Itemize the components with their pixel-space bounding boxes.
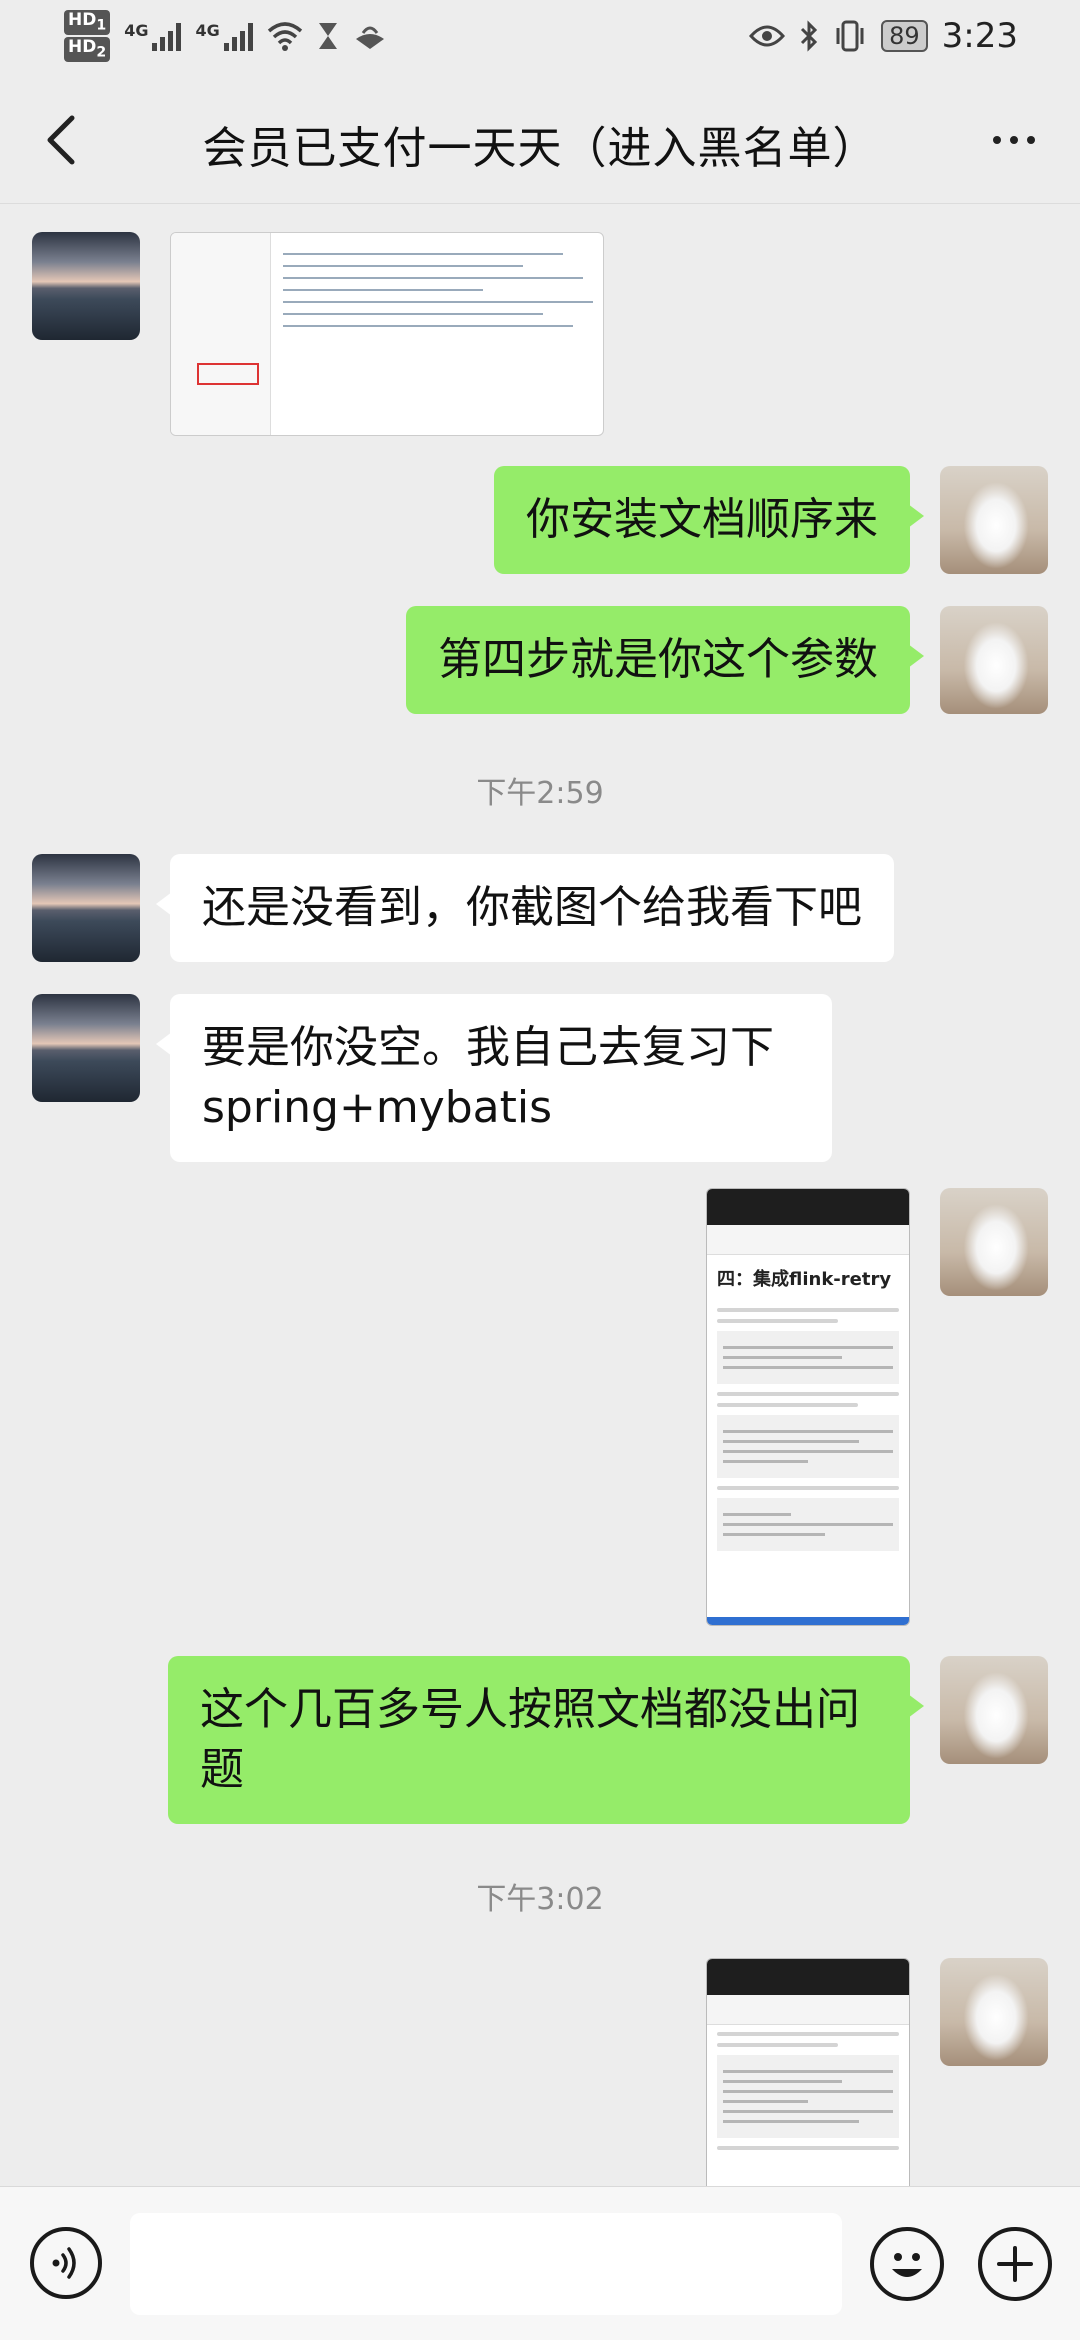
dot-icon bbox=[993, 136, 1001, 144]
phone-nav-thumbnail bbox=[707, 1617, 909, 1625]
code-line bbox=[283, 277, 583, 279]
text-line bbox=[717, 1392, 899, 1396]
hd1-badge: HD1 bbox=[64, 9, 111, 35]
phone-status-thumbnail bbox=[707, 1189, 909, 1225]
code-block bbox=[717, 2055, 899, 2138]
message-bubble-sent[interactable]: 这个几百多号人按照文档都没出问 题 bbox=[168, 1656, 924, 1824]
status-clock: 3:23 bbox=[941, 16, 1018, 56]
code-line bbox=[283, 265, 523, 267]
text-line bbox=[717, 1319, 839, 1323]
code-line bbox=[283, 289, 483, 291]
timestamp: 下午3:02 bbox=[476, 1882, 604, 1917]
phone-header-thumbnail bbox=[707, 1995, 909, 2025]
hd2-badge: HD2 bbox=[64, 37, 111, 63]
hourglass-icon bbox=[318, 23, 337, 49]
phone-status-thumbnail bbox=[707, 1959, 909, 1995]
more-options-button[interactable] bbox=[984, 122, 1044, 158]
screenshot-caption: 四：集成flink-retry bbox=[717, 1269, 892, 1290]
signal-icon-1: 4G bbox=[124, 21, 182, 51]
code-line bbox=[283, 301, 593, 303]
message-bubble-sent[interactable]: 第四步就是你这个参数 bbox=[406, 606, 924, 714]
status-left: HD1 HD2 4G 4G bbox=[64, 9, 387, 63]
project-tree-thumbnail bbox=[171, 233, 271, 435]
text-line bbox=[717, 2032, 899, 2036]
status-bar: HD1 HD2 4G 4G 89 3:23 bbox=[0, 0, 1080, 72]
voice-icon bbox=[52, 2247, 76, 2279]
message-bubble-sent[interactable]: 你安装文档顺序来 bbox=[494, 466, 924, 574]
voice-input-button[interactable] bbox=[30, 2227, 102, 2299]
my-avatar[interactable] bbox=[940, 1958, 1048, 2066]
eye-icon bbox=[749, 25, 786, 47]
dot-icon bbox=[1010, 136, 1018, 144]
my-avatar[interactable] bbox=[940, 606, 1048, 714]
message-input[interactable] bbox=[130, 2213, 842, 2315]
hd-indicators: HD1 HD2 bbox=[64, 9, 111, 63]
message-bubble-received[interactable]: 还是没看到，你截图个给我看下吧 bbox=[156, 854, 894, 962]
message-list[interactable]: 你安装文档顺序来 第四步就是你这个参数 下午2:59 还是没看到，你截图个给我看… bbox=[0, 204, 1080, 2186]
wifi-icon bbox=[267, 22, 302, 51]
image-message-phone-screenshot[interactable]: 四：集成flink-retry bbox=[706, 1188, 910, 1626]
highlight-box bbox=[197, 363, 259, 385]
battery-indicator: 89 bbox=[881, 20, 928, 52]
text-line bbox=[717, 2043, 839, 2047]
image-message-phone-screenshot[interactable] bbox=[706, 1958, 910, 2186]
vibrate-icon bbox=[836, 20, 864, 52]
status-right: 89 3:23 bbox=[749, 16, 1018, 56]
text-line bbox=[717, 1403, 859, 1407]
code-block bbox=[717, 1415, 899, 1478]
input-bar bbox=[0, 2186, 1080, 2340]
message-bubble-received[interactable]: 要是你没空。我自己去复习下 spring+mybatis bbox=[156, 994, 832, 1162]
my-avatar[interactable] bbox=[940, 1656, 1048, 1764]
contact-avatar[interactable] bbox=[32, 232, 140, 340]
contact-avatar[interactable] bbox=[32, 854, 140, 962]
signal-icon-2: 4G bbox=[195, 21, 253, 51]
code-block bbox=[717, 1331, 899, 1384]
app-notification-icon bbox=[355, 26, 384, 49]
chat-header: 会员已支付一天天（进入黑名单） bbox=[0, 72, 1080, 204]
more-actions-button[interactable] bbox=[978, 2227, 1052, 2301]
contact-avatar[interactable] bbox=[32, 994, 140, 1102]
code-line bbox=[283, 313, 543, 315]
image-message-ide-screenshot[interactable] bbox=[170, 232, 604, 436]
plus-icon bbox=[997, 2246, 1033, 2282]
code-line bbox=[283, 253, 563, 255]
bluetooth-icon bbox=[801, 20, 818, 52]
code-block bbox=[717, 1498, 899, 1551]
chat-title: 会员已支付一天天（进入黑名单） bbox=[202, 123, 878, 174]
dot-icon bbox=[1027, 136, 1035, 144]
my-avatar[interactable] bbox=[940, 466, 1048, 574]
timestamp: 下午2:59 bbox=[476, 776, 604, 811]
emoji-button[interactable] bbox=[870, 2227, 944, 2301]
emoji-icon bbox=[892, 2253, 922, 2277]
text-line bbox=[717, 1486, 899, 1490]
my-avatar[interactable] bbox=[940, 1188, 1048, 1296]
code-line bbox=[283, 325, 573, 327]
text-line bbox=[717, 1308, 899, 1312]
text-line bbox=[717, 2146, 899, 2150]
phone-header-thumbnail bbox=[707, 1225, 909, 1255]
